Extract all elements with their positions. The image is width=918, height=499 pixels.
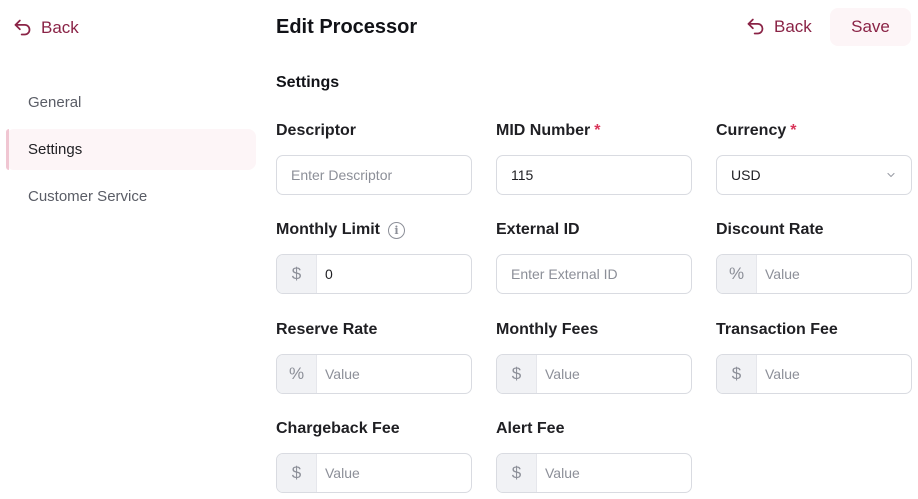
transaction-fee-field-group: Transaction Fee $ [716,319,912,394]
discount-rate-input-box: % [716,254,912,294]
dollar-icon: $ [497,454,537,492]
currency-selected-value: USD [731,167,761,183]
chargeback-fee-label: Chargeback Fee [276,418,472,440]
undo-arrow-icon [14,19,31,36]
discount-rate-field-group: Discount Rate % [716,219,912,294]
mid-number-input[interactable] [497,156,691,194]
section-title: Settings [276,74,340,91]
currency-label-text: Currency [716,122,787,139]
alert-fee-label: Alert Fee [496,418,692,440]
chevron-down-icon [887,172,895,178]
alert-fee-input[interactable] [537,454,691,492]
mid-number-label: MID Number * [496,120,692,142]
descriptor-label: Descriptor [276,120,472,142]
external-id-input[interactable] [497,255,691,293]
alert-fee-label-text: Alert Fee [496,420,565,437]
monthly-fees-label: Monthly Fees [496,319,692,341]
sidebar-item-label: Customer Service [28,188,148,205]
reserve-rate-input-box: % [276,354,472,394]
external-id-field-group: External ID [496,219,692,294]
sidebar-nav: General Settings Customer Service [6,82,256,223]
sidebar: Back General Settings Customer Service [0,0,262,499]
reserve-rate-input[interactable] [317,355,471,393]
header-back-button[interactable]: Back [745,16,812,37]
external-id-label: External ID [496,219,692,241]
monthly-limit-label: Monthly Limit i [276,219,472,241]
chargeback-fee-field-group: Chargeback Fee $ [276,418,472,493]
reserve-rate-field-group: Reserve Rate % [276,319,472,394]
external-id-input-box [496,254,692,294]
sidebar-item-general[interactable]: General [6,82,256,123]
alert-fee-input-box: $ [496,453,692,493]
descriptor-label-text: Descriptor [276,122,357,139]
discount-rate-label: Discount Rate [716,219,912,241]
header-back-label: Back [774,16,812,36]
monthly-fees-field-group: Monthly Fees $ [496,319,692,394]
transaction-fee-input-box: $ [716,354,912,394]
monthly-fees-input-box: $ [496,354,692,394]
transaction-fee-label: Transaction Fee [716,319,912,341]
currency-select[interactable]: USD [716,155,912,195]
dollar-icon: $ [497,355,537,393]
monthly-fees-label-text: Monthly Fees [496,321,599,338]
currency-field-group: Currency * USD [716,120,912,195]
external-id-label-text: External ID [496,221,580,238]
monthly-limit-label-text: Monthly Limit [276,221,380,238]
monthly-limit-field-group: Monthly Limit i $ [276,219,472,294]
dollar-icon: $ [277,454,317,492]
sidebar-item-label: General [28,94,82,111]
required-marker: * [790,122,797,139]
monthly-fees-input[interactable] [537,355,691,393]
save-button[interactable]: Save [830,8,911,46]
discount-rate-label-text: Discount Rate [716,221,824,238]
alert-fee-field-group: Alert Fee $ [496,418,692,493]
sidebar-back-label: Back [41,17,79,37]
mid-number-label-text: MID Number [496,122,591,139]
descriptor-input-box [276,155,472,195]
percent-icon: % [717,255,757,293]
reserve-rate-label-text: Reserve Rate [276,321,378,338]
descriptor-input[interactable] [277,156,471,194]
info-circle-icon[interactable]: i [387,221,405,239]
undo-arrow-icon [747,18,764,35]
transaction-fee-label-text: Transaction Fee [716,321,838,338]
reserve-rate-label: Reserve Rate [276,319,472,341]
sidebar-item-settings[interactable]: Settings [6,129,256,170]
required-marker: * [594,122,601,139]
dollar-icon: $ [717,355,757,393]
monthly-limit-input-box: $ [276,254,472,294]
sidebar-item-label: Settings [28,141,83,158]
percent-icon: % [277,355,317,393]
page-title: Edit Processor [276,16,418,38]
discount-rate-input[interactable] [757,255,911,293]
chargeback-fee-input-box: $ [276,453,472,493]
chargeback-fee-label-text: Chargeback Fee [276,420,400,437]
transaction-fee-input[interactable] [757,355,911,393]
chargeback-fee-input[interactable] [317,454,471,492]
descriptor-field-group: Descriptor [276,120,472,195]
dollar-icon: $ [277,255,317,293]
currency-label: Currency * [716,120,912,142]
mid-number-input-box [496,155,692,195]
mid-number-field-group: MID Number * [496,120,692,195]
sidebar-back-link[interactable]: Back [12,17,79,38]
monthly-limit-input[interactable] [317,255,471,293]
sidebar-item-customer-service[interactable]: Customer Service [6,176,256,217]
